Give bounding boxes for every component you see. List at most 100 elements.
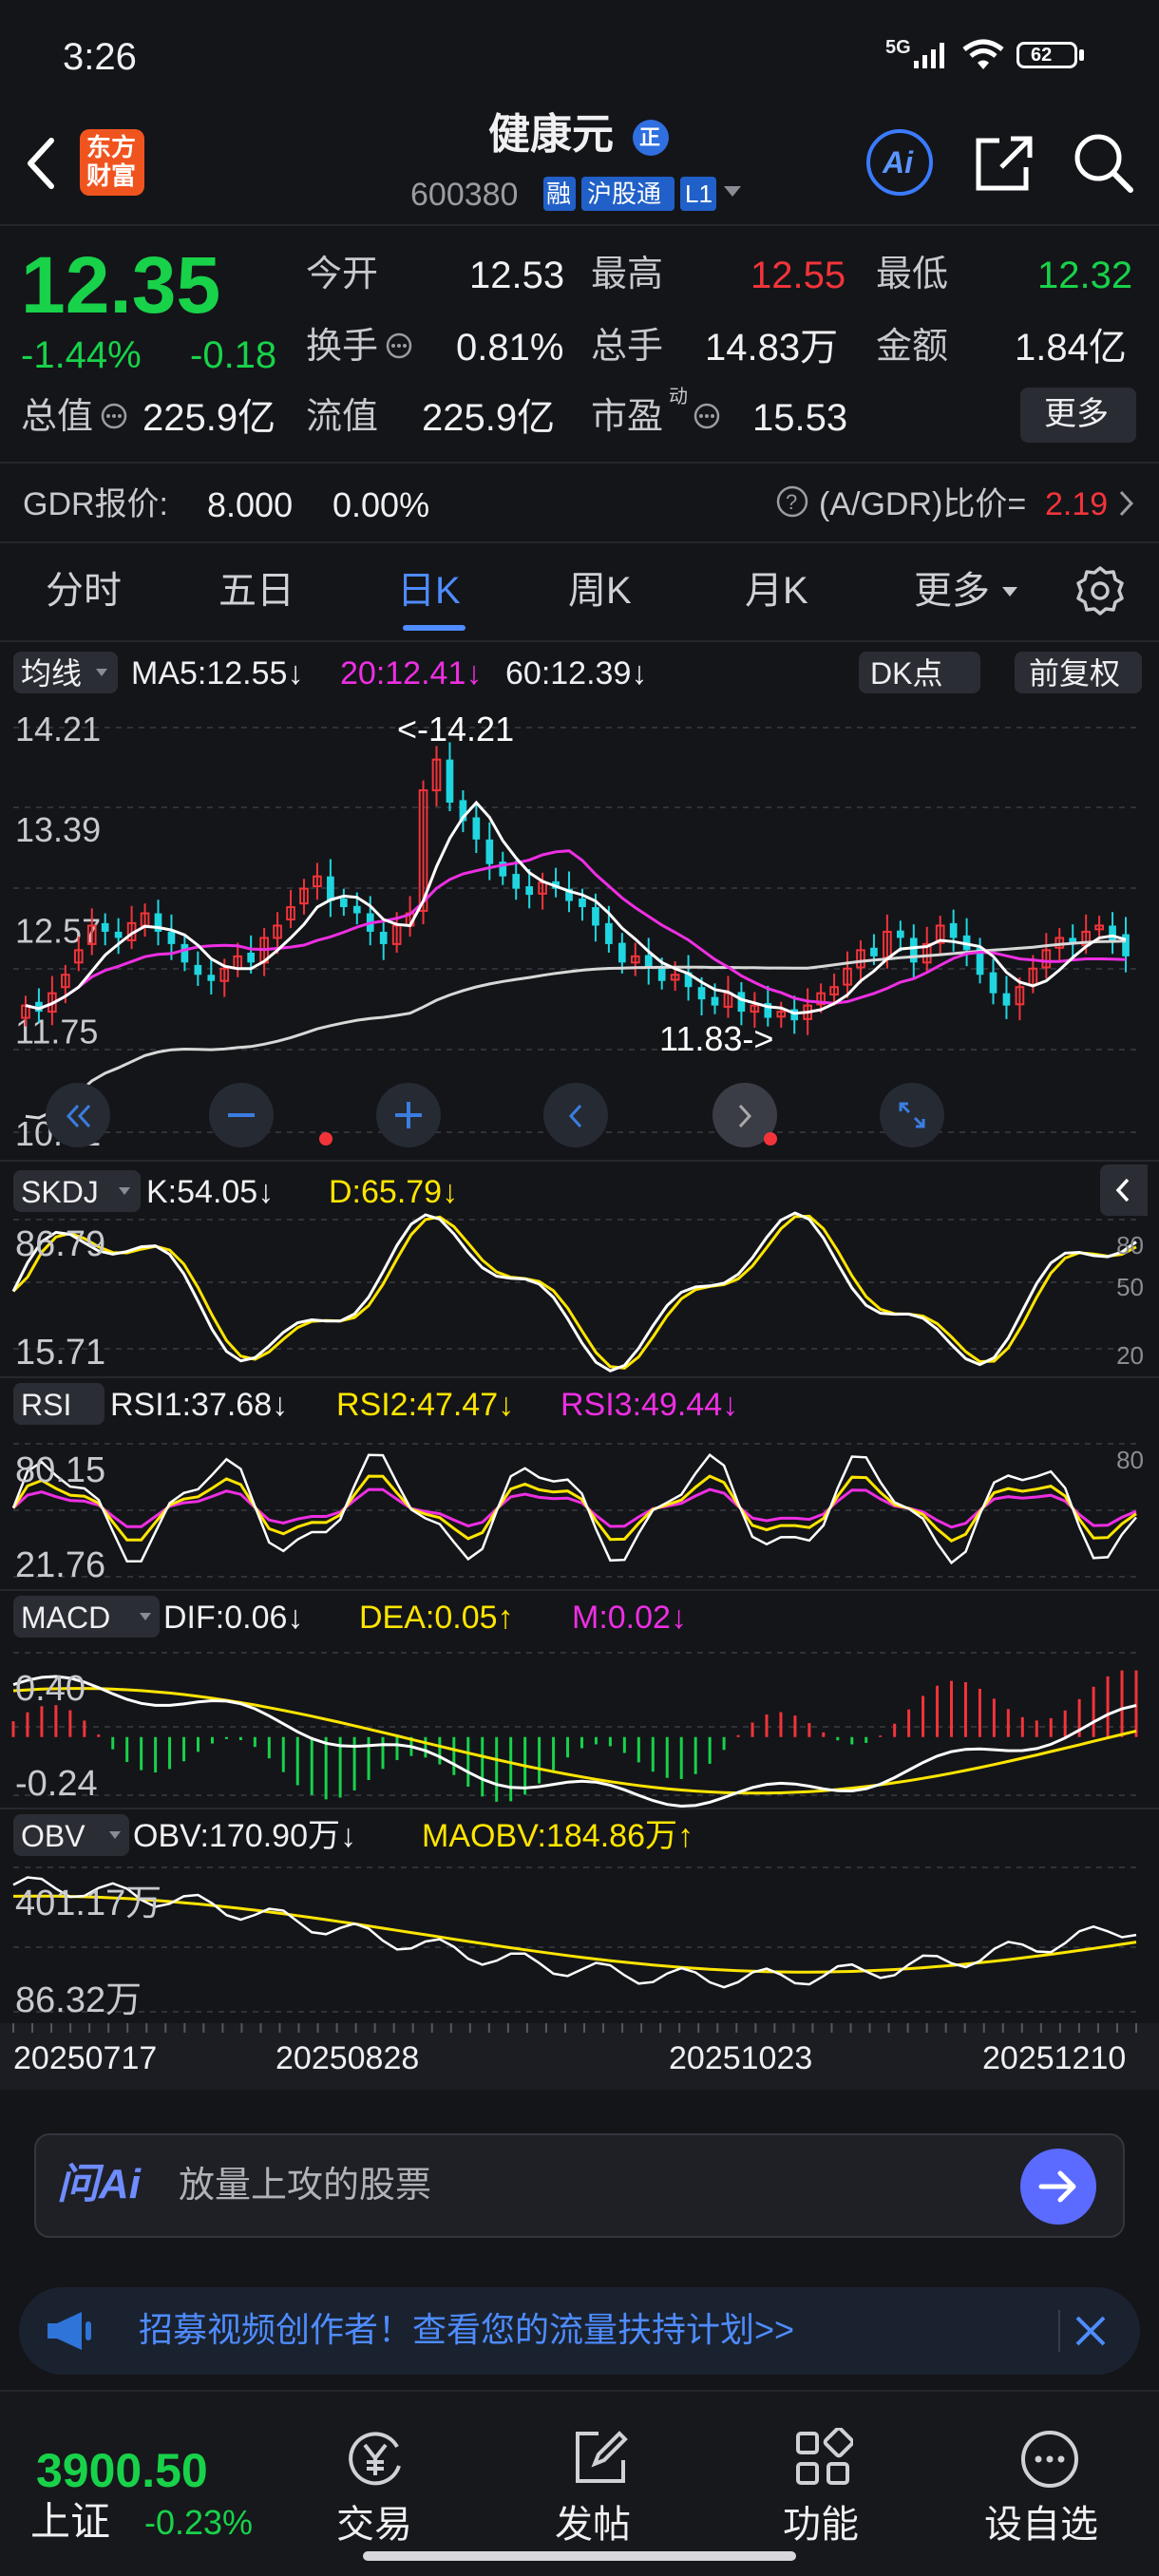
promo-banner-text: 招募视频创作者！查看您的流量扶持计划>>	[139, 2310, 795, 2349]
info-icon[interactable]	[99, 401, 129, 431]
rsi1-line	[11, 1452, 1137, 1565]
candle-body	[339, 898, 348, 908]
skdj-k-line	[11, 1211, 1137, 1373]
edit-icon	[576, 2431, 628, 2483]
candle-body	[446, 759, 454, 803]
candle-body	[194, 964, 202, 975]
high-value: 12.55	[750, 255, 846, 296]
nav-add-watchlist[interactable]: 设自选	[978, 2428, 1121, 2561]
fullscreen-button[interactable]	[880, 1083, 944, 1147]
scroll-left-button[interactable]	[543, 1083, 608, 1147]
tab-weekly-k[interactable]: 周K	[568, 572, 632, 610]
skdj-tick-label: 86.79	[15, 1224, 105, 1264]
nav-functions-label: 功能	[783, 2504, 859, 2546]
battery-icon: 62	[1016, 42, 1077, 68]
double-chevron-left-icon	[66, 1104, 91, 1128]
candle-body	[327, 876, 334, 901]
dk-point-label: DK点	[870, 656, 943, 691]
nav-functions[interactable]: 功能	[770, 2428, 874, 2561]
index-value[interactable]: 3900.50	[36, 2447, 208, 2494]
caret-down-icon	[109, 1831, 121, 1839]
date-label: 20251023	[669, 2040, 813, 2076]
skdj-right-tick: 80	[1116, 1231, 1144, 1260]
promo-banner[interactable]: 招募视频创作者！查看您的流量扶持计划>>	[19, 2287, 1140, 2375]
rsi-selector[interactable]: RSI	[13, 1383, 104, 1425]
rsi-right-tick: 80	[1116, 1446, 1144, 1474]
tag-l1[interactable]: L1	[680, 177, 716, 211]
mktcap-value: 225.9亿	[142, 397, 276, 439]
chevron-left-icon	[1115, 1178, 1130, 1203]
adjust-button[interactable]: 前复权	[1015, 652, 1142, 693]
nav-trade[interactable]: 交易	[323, 2428, 428, 2561]
ai-search-bar[interactable]: 问Ai 放量上攻的股票	[34, 2133, 1125, 2238]
rsi-selector-label: RSI	[21, 1388, 72, 1422]
info-icon[interactable]	[384, 331, 414, 361]
brand-logo[interactable]: 东方 财富	[80, 129, 144, 196]
ai-button[interactable]: Ai	[866, 129, 933, 196]
caret-down-icon[interactable]	[1001, 585, 1018, 598]
obv-line	[12, 1876, 1137, 1989]
dk-point-button[interactable]: DK点	[859, 652, 980, 693]
tab-more[interactable]: 更多	[914, 572, 990, 610]
info-icon[interactable]	[692, 401, 722, 431]
ma5-legend: MA5:12.55↓	[131, 655, 304, 691]
tab-active-indicator	[403, 625, 466, 631]
share-icon[interactable]	[973, 133, 1036, 194]
open-value: 12.53	[469, 255, 565, 296]
first-page-button[interactable]	[46, 1083, 110, 1147]
tab-monthly-k[interactable]: 月K	[745, 572, 808, 610]
more-button[interactable]: 更多	[1020, 388, 1136, 443]
ma5-line	[25, 800, 1127, 1015]
close-icon[interactable]	[1074, 2314, 1108, 2348]
ai-search-submit-button[interactable]	[1020, 2149, 1096, 2225]
grid-icon	[796, 2428, 853, 2485]
tab-daily-k[interactable]: 日K	[397, 572, 461, 610]
price-annotation-high: <-14.21	[397, 710, 514, 748]
index-name: 上证	[30, 2499, 111, 2544]
tab-intraday[interactable]: 分时	[46, 572, 122, 610]
period-tabs: 分时 五日 日K 周K 月K 更多	[0, 543, 1159, 640]
high-label: 最高	[591, 255, 664, 294]
ma-selector[interactable]: 均线	[13, 652, 118, 693]
skdj-selector[interactable]: SKDJ	[13, 1170, 141, 1212]
float-value: 225.9亿	[422, 397, 556, 439]
gear-icon[interactable]	[1074, 564, 1127, 617]
obv-legend: OBV:170.90万↓	[133, 1818, 356, 1854]
nav-post[interactable]: 发帖	[547, 2428, 652, 2561]
collapse-panel-button[interactable]	[1100, 1165, 1148, 1216]
macd-selector[interactable]: MACD	[13, 1596, 160, 1638]
candle-body	[605, 922, 613, 944]
bottom-bar: 3900.50 上证 -0.23% 交易 发帖 功能 设自选	[0, 2390, 1159, 2576]
candle-body	[352, 905, 361, 914]
candle-body	[472, 817, 481, 840]
stock-code: 600380	[410, 177, 519, 213]
tab-five-day[interactable]: 五日	[218, 572, 294, 610]
ma60-legend: 60:12.39↓	[505, 655, 648, 691]
status-icons: 5G 62	[884, 34, 1102, 80]
candle-body	[1109, 925, 1116, 941]
ai-search-input[interactable]: 放量上攻的股票	[179, 2168, 431, 2204]
more-icon	[1021, 2431, 1078, 2488]
candle-body	[512, 874, 521, 889]
back-icon[interactable]	[23, 135, 61, 192]
help-icon[interactable]: ?	[775, 484, 809, 519]
search-icon[interactable]	[1072, 131, 1134, 194]
chevron-right-icon[interactable]	[1117, 488, 1136, 519]
stock-name: 健康元	[488, 111, 614, 158]
date-label: 20251210	[982, 2040, 1127, 2076]
gdr-price: 8.000	[207, 485, 294, 524]
mktcap-label: 总值	[21, 397, 94, 437]
zoom-out-button[interactable]	[209, 1083, 274, 1147]
zoom-in-button[interactable]	[376, 1083, 441, 1147]
obv-selector[interactable]: OBV	[13, 1814, 129, 1856]
arrow-right-icon	[1038, 2170, 1076, 2203]
candle-body	[247, 952, 256, 963]
date-label: 20250828	[276, 2040, 420, 2076]
macd-dea-legend: DEA:0.05↑	[359, 1600, 514, 1636]
float-label: 流值	[306, 397, 379, 437]
skdj-d-legend: D:65.79↓	[329, 1174, 459, 1210]
amount-label: 金额	[876, 327, 949, 367]
caret-down-icon	[119, 1187, 130, 1195]
dropdown-icon[interactable]	[722, 184, 743, 199]
minus-icon	[228, 1113, 255, 1117]
